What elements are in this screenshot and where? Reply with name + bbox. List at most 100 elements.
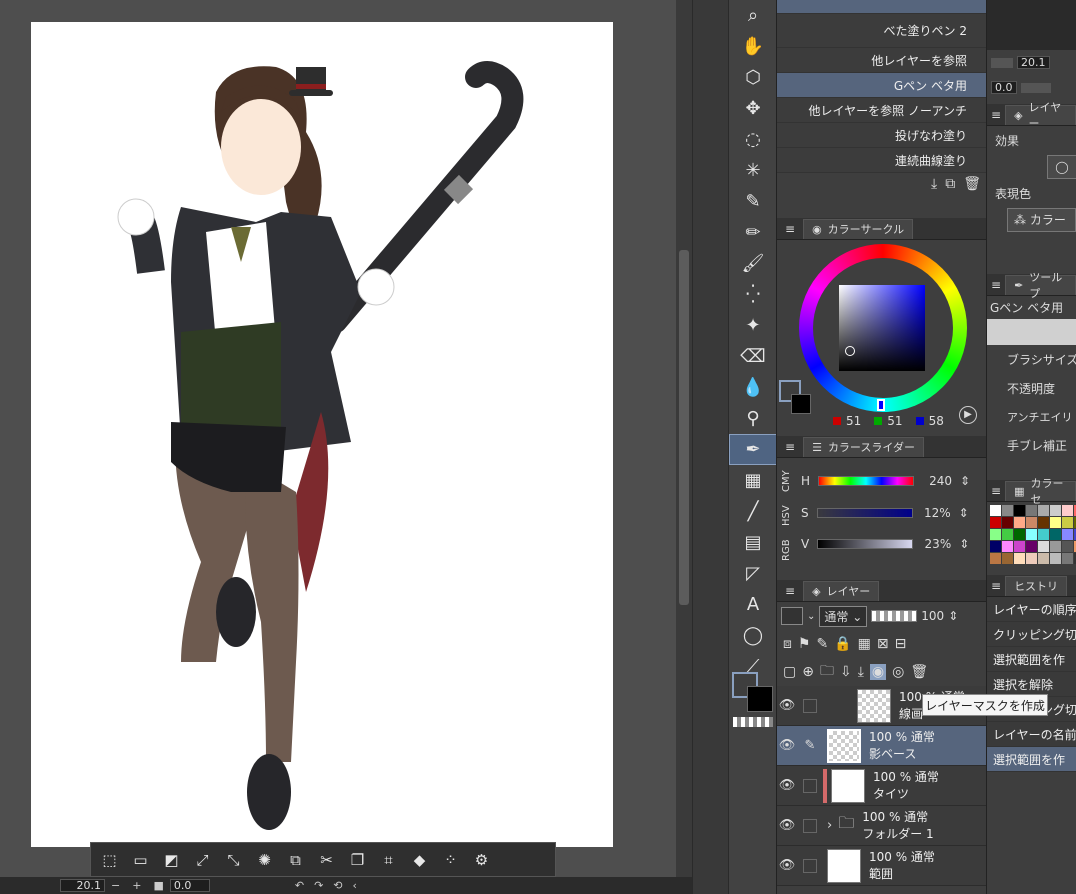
- color-swatch[interactable]: [1026, 553, 1037, 564]
- launcher-settings-icon[interactable]: ⚙: [467, 845, 496, 874]
- zoom-icon[interactable]: ⌕: [729, 0, 777, 31]
- tab-layer-property[interactable]: ◈ レイヤー: [1005, 101, 1076, 130]
- selection-cycle-icon[interactable]: ✺: [250, 845, 279, 874]
- eyedropper-icon[interactable]: ⚲: [729, 403, 777, 434]
- color-swatch[interactable]: [1002, 529, 1013, 540]
- cut-icon[interactable]: ✂: [312, 845, 341, 874]
- ruler-icon[interactable]: ◸: [729, 558, 777, 589]
- color-swatch[interactable]: [1062, 505, 1073, 516]
- invert-selection-icon[interactable]: ◩: [157, 845, 186, 874]
- color-swatch[interactable]: [990, 553, 1001, 564]
- sub-tool-item[interactable]: [777, 0, 987, 14]
- expression-select[interactable]: ⁂ カラー: [1007, 208, 1076, 232]
- expand-selection-icon[interactable]: ⤢: [188, 845, 217, 874]
- pencil-icon[interactable]: ✏: [729, 217, 777, 248]
- eye-icon[interactable]: 👁: [777, 858, 797, 873]
- saturation-value-square[interactable]: [839, 285, 925, 371]
- scroll-left-icon[interactable]: ‹: [353, 879, 357, 892]
- magic-wand-icon[interactable]: ✳: [729, 155, 777, 186]
- h-value[interactable]: 240: [922, 474, 952, 488]
- canvas-vertical-scrollbar[interactable]: [676, 0, 692, 877]
- color-swatch[interactable]: [1038, 541, 1049, 552]
- text-icon[interactable]: A: [729, 589, 777, 620]
- fill-tool-icon[interactable]: ✒: [729, 434, 777, 465]
- effect-circle-icon[interactable]: ◯: [1047, 155, 1076, 179]
- eye-icon[interactable]: 👁: [777, 818, 797, 833]
- color-swatch[interactable]: [1062, 529, 1073, 540]
- layer-check[interactable]: [803, 698, 817, 713]
- tab-color-slider[interactable]: ☰ カラースライダー: [803, 436, 924, 457]
- color-swatch[interactable]: [1038, 553, 1049, 564]
- color-swatch[interactable]: [990, 505, 1001, 516]
- color-swatch[interactable]: [990, 529, 1001, 540]
- lock-alpha-icon[interactable]: ▦: [858, 636, 871, 652]
- blend-mode-select[interactable]: 通常 ⌄: [819, 605, 868, 627]
- sub-tool-item[interactable]: 他レイヤーを参照: [777, 48, 987, 73]
- delete-layer-icon[interactable]: 🗑: [910, 664, 928, 680]
- layer-color-button[interactable]: [781, 607, 803, 625]
- shrink-selection-icon[interactable]: ⤡: [219, 845, 248, 874]
- download-icon[interactable]: ⤓: [931, 176, 937, 192]
- mask-enable-icon[interactable]: ⊠: [877, 636, 889, 652]
- layer-check[interactable]: [803, 778, 817, 793]
- color-swatch[interactable]: [1026, 505, 1037, 516]
- new-folder-icon[interactable]: 🗀: [820, 660, 834, 684]
- frame-border-icon[interactable]: ▤: [729, 527, 777, 558]
- move-icon[interactable]: ✥: [729, 93, 777, 124]
- layer-row[interactable]: 👁 › 🗀 100 % 通常 フォルダー 1: [777, 806, 987, 846]
- transfer-down-icon[interactable]: ⇩: [840, 664, 852, 680]
- s-value[interactable]: 12%: [921, 506, 951, 520]
- deselect-icon[interactable]: ⬚: [95, 845, 124, 874]
- sv-cursor[interactable]: [845, 346, 855, 356]
- color-swatch[interactable]: [1050, 553, 1061, 564]
- color-swatch[interactable]: [1026, 529, 1037, 540]
- color-swatch[interactable]: [1014, 541, 1025, 552]
- copy-paste-icon[interactable]: ❐: [343, 845, 372, 874]
- object-icon[interactable]: ⬡: [729, 62, 777, 93]
- nav-zoom-value[interactable]: 20.1: [1017, 56, 1050, 69]
- saturation-slider[interactable]: [816, 508, 913, 518]
- new-vector-layer-icon[interactable]: ⊕: [802, 664, 814, 680]
- transform-icon[interactable]: ⌗: [374, 845, 403, 874]
- sub-color-mini[interactable]: [791, 394, 811, 414]
- history-item[interactable]: クリッピング切り: [987, 622, 1076, 647]
- chevron-right-icon[interactable]: ›: [827, 818, 832, 833]
- canvas-paper[interactable]: [31, 22, 613, 847]
- brush-size-label[interactable]: ブラシサイズ: [987, 345, 1076, 374]
- v-value[interactable]: 23%: [921, 537, 952, 551]
- sub-tool-item[interactable]: 連続曲線塗り: [777, 148, 987, 173]
- color-swatch[interactable]: [1014, 553, 1025, 564]
- tab-layer[interactable]: ◈ レイヤー: [803, 580, 880, 601]
- color-swatch[interactable]: [1014, 517, 1025, 528]
- sub-tool-item[interactable]: Gペン ベタ用: [777, 73, 987, 98]
- create-layer-mask-icon[interactable]: ◉: [869, 664, 887, 680]
- hue-cursor[interactable]: [877, 399, 885, 411]
- stepper-icon[interactable]: ⇕: [960, 474, 970, 488]
- history-item[interactable]: レイヤーの順序: [987, 597, 1076, 622]
- antialias-label[interactable]: アンチエイリ: [987, 403, 1076, 431]
- color-swatch[interactable]: [990, 541, 1001, 552]
- stepper-icon[interactable]: ⇕: [959, 506, 969, 520]
- play-icon[interactable]: ▶: [959, 406, 977, 424]
- select-all-icon[interactable]: ▭: [126, 845, 155, 874]
- trash-icon[interactable]: 🗑: [963, 176, 981, 192]
- color-swatch[interactable]: [1062, 541, 1073, 552]
- color-swatch[interactable]: [1014, 505, 1025, 516]
- color-swatch[interactable]: [990, 517, 1001, 528]
- zoom-value[interactable]: 20.1: [60, 879, 105, 892]
- hand-icon[interactable]: ✋: [729, 31, 777, 62]
- color-swatch[interactable]: [1002, 553, 1013, 564]
- color-swatch[interactable]: [1002, 541, 1013, 552]
- opacity-slider[interactable]: [871, 610, 918, 622]
- value-slider[interactable]: [817, 539, 914, 549]
- canvas-area[interactable]: [0, 0, 692, 877]
- color-swatch[interactable]: [1002, 505, 1013, 516]
- tab-tool-property[interactable]: ✒ ツールプ: [1005, 271, 1076, 300]
- apply-mask-icon[interactable]: ◎: [892, 664, 904, 680]
- hue-slider[interactable]: [818, 476, 915, 486]
- tab-color-circle[interactable]: ◉ カラーサークル: [803, 218, 914, 239]
- angle-value[interactable]: 0.0: [169, 879, 210, 892]
- color-swatch[interactable]: [1038, 529, 1049, 540]
- sub-color-swatch[interactable]: [747, 686, 773, 712]
- color-swatch[interactable]: [1062, 553, 1073, 564]
